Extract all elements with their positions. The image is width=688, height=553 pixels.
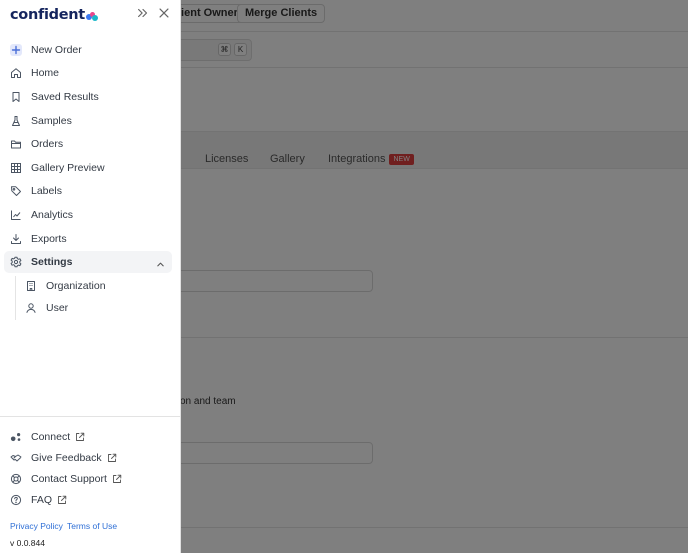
external-link-icon [57, 495, 67, 505]
sidebar-item-analytics[interactable]: Analytics [4, 204, 172, 226]
faq-link[interactable]: FAQ [4, 491, 67, 509]
folder-icon [10, 138, 22, 150]
nav-label: Saved Results [31, 91, 99, 103]
close-icon[interactable] [157, 6, 171, 20]
gear-icon [10, 256, 22, 268]
submenu-guide-line [15, 276, 16, 320]
nav-label: User [46, 302, 69, 314]
help-circle-icon [10, 494, 22, 506]
flask-icon [10, 115, 22, 127]
sidebar-item-samples[interactable]: Samples [4, 110, 172, 132]
download-icon [10, 233, 22, 245]
chevron-up-icon[interactable] [156, 257, 165, 267]
nav-label: Samples [31, 115, 72, 127]
grid-icon [10, 162, 22, 174]
sidebar-item-settings[interactable]: Settings [4, 251, 172, 273]
nav-label: Contact Support [31, 473, 107, 485]
give-feedback-link[interactable]: Give Feedback [4, 449, 117, 467]
sidebar-item-exports[interactable]: Exports [4, 228, 172, 250]
logo-dots-icon [85, 11, 98, 21]
nav-label: Give Feedback [31, 452, 102, 464]
sidebar-divider [0, 416, 180, 417]
chart-icon [10, 209, 22, 221]
sidebar-item-organization[interactable]: Organization [20, 276, 172, 296]
collapse-sidebar-icon[interactable] [136, 6, 150, 20]
lifebuoy-icon [10, 473, 22, 485]
external-link-icon [75, 432, 85, 442]
users-icon [10, 431, 22, 443]
nav-label: Organization [46, 280, 106, 292]
sidebar-item-saved-results[interactable]: Saved Results [4, 86, 172, 108]
sidebar-item-labels[interactable]: Labels [4, 180, 172, 202]
user-icon [25, 302, 37, 314]
privacy-policy-link[interactable]: Privacy Policy [10, 521, 63, 531]
nav-label: Home [31, 67, 60, 79]
nav-label: Orders [31, 138, 64, 150]
nav-label: Exports [31, 233, 67, 245]
connect-link[interactable]: Connect [4, 428, 85, 446]
nav-label: Gallery Preview [31, 162, 105, 174]
sidebar-item-user[interactable]: User [20, 298, 172, 318]
nav-label: New Order [31, 44, 82, 56]
sidebar-item-orders[interactable]: Orders [4, 133, 172, 155]
tag-icon [10, 185, 22, 197]
nav-label: Analytics [31, 209, 74, 221]
nav-label: Labels [31, 185, 62, 197]
external-link-icon [107, 453, 117, 463]
version-label: v 0.0.844 [10, 538, 45, 548]
nav-label: FAQ [31, 494, 53, 506]
plus-icon [10, 44, 22, 56]
new-order-button[interactable]: New Order [4, 39, 172, 61]
sidebar-item-gallery-preview[interactable]: Gallery Preview [4, 157, 172, 179]
nav-label: Connect [31, 431, 71, 443]
home-icon [10, 67, 22, 79]
confident-logo[interactable]: confident [10, 7, 98, 23]
external-link-icon [112, 474, 122, 484]
terms-of-use-link[interactable]: Terms of Use [67, 521, 117, 531]
contact-support-link[interactable]: Contact Support [4, 470, 122, 488]
bookmark-icon [10, 91, 22, 103]
logo-wordmark: confident [10, 7, 85, 23]
handshake-icon [10, 452, 22, 464]
building-icon [25, 280, 37, 292]
sidebar: confident New Order Home Saved Results S… [0, 0, 181, 553]
nav-label: Settings [31, 256, 73, 268]
sidebar-item-home[interactable]: Home [4, 62, 172, 84]
